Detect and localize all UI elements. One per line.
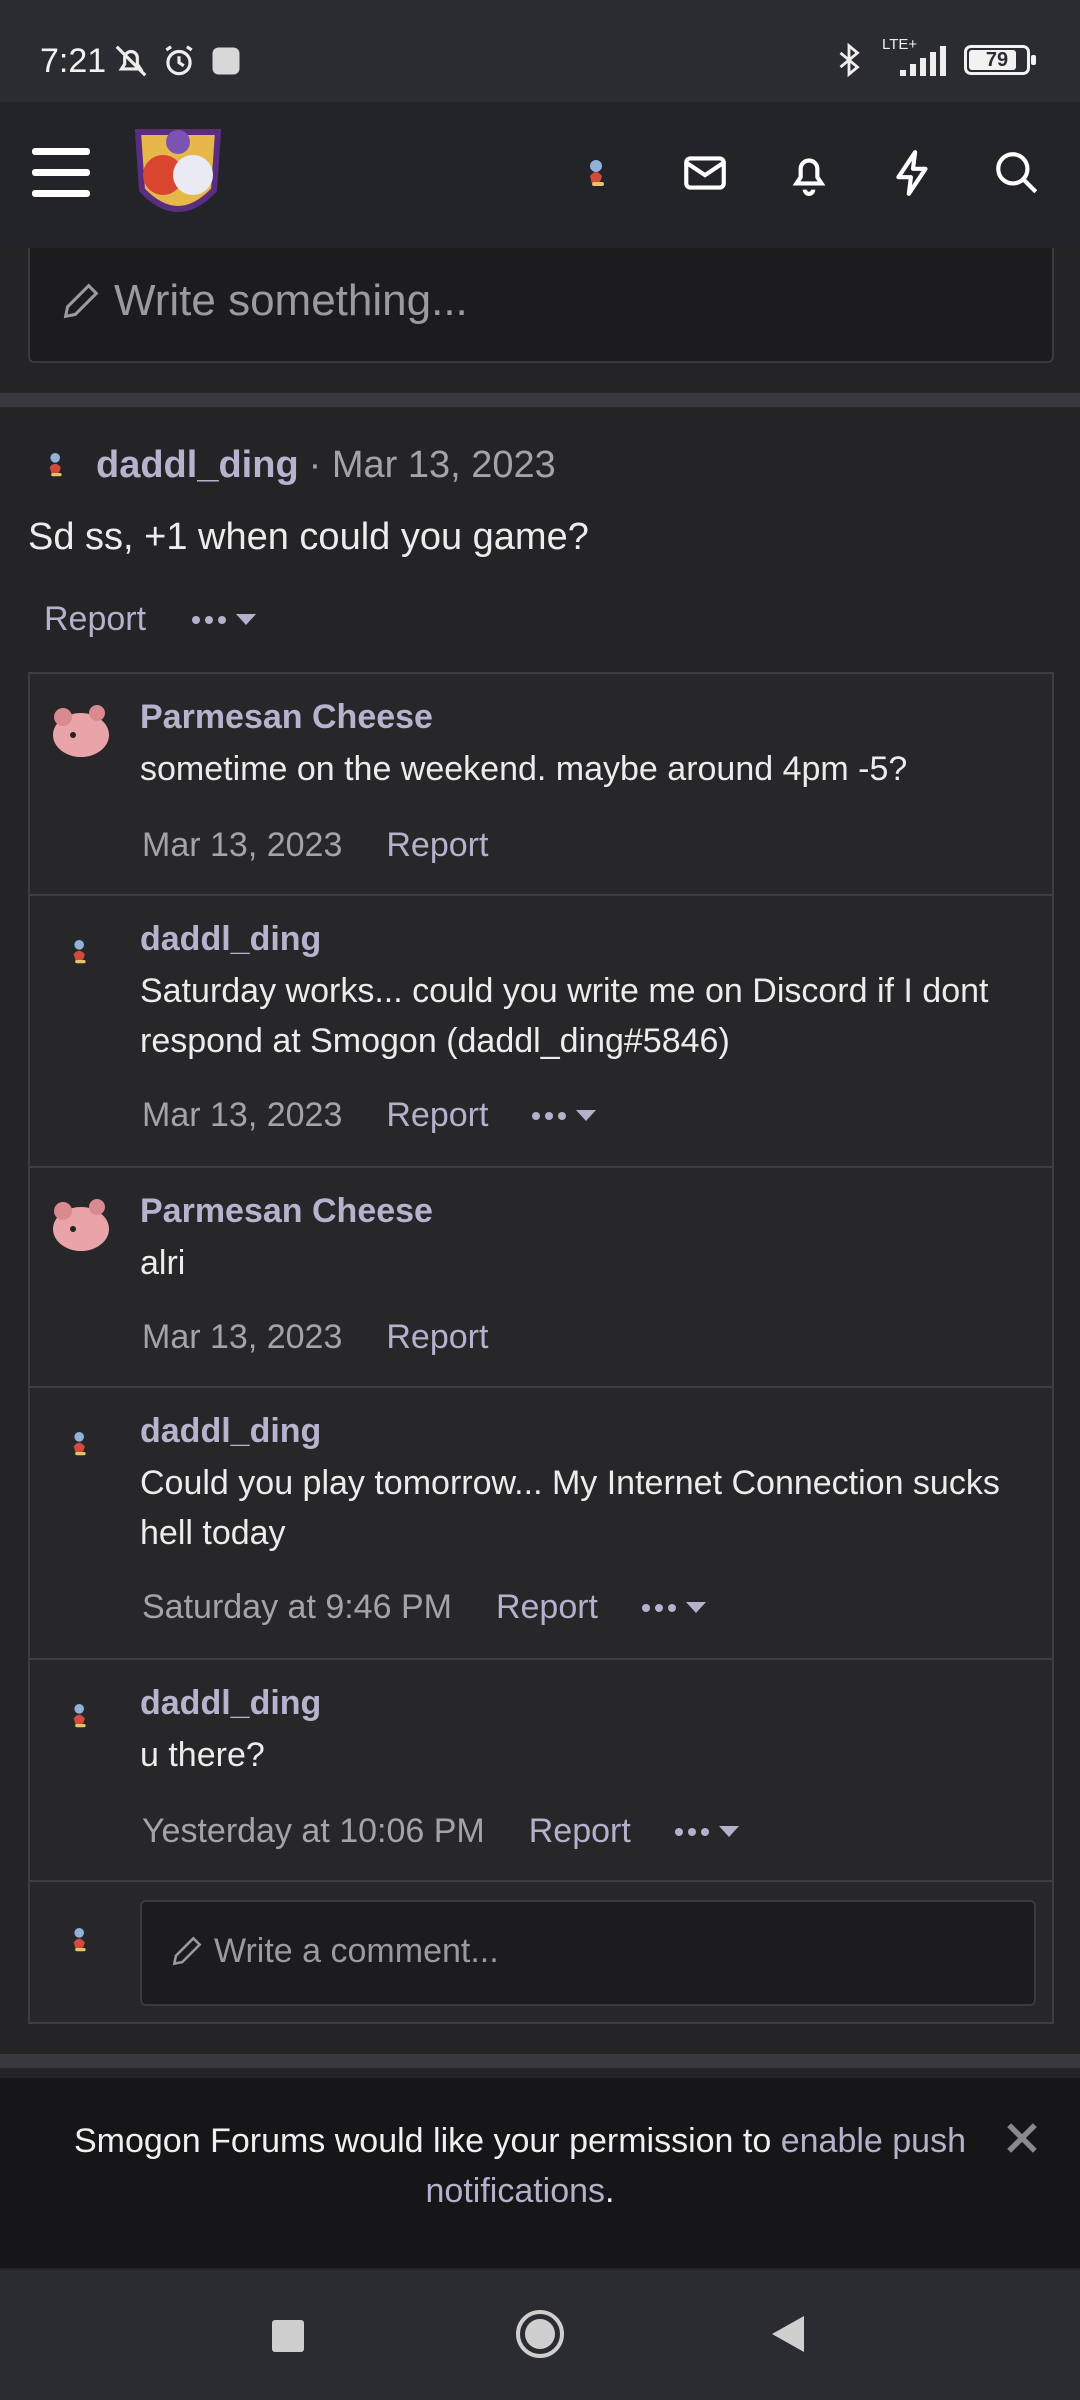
comment-author[interactable]: Parmesan Cheese bbox=[140, 1192, 433, 1231]
battery-icon: 79 bbox=[964, 45, 1036, 75]
comment-placeholder: Write a comment... bbox=[214, 1932, 499, 1970]
comment-author[interactable]: daddl_ding bbox=[140, 1412, 321, 1451]
battery-level: 79 bbox=[985, 48, 1009, 71]
pencil-icon bbox=[172, 1936, 202, 1966]
app-header bbox=[0, 102, 1080, 248]
comment-author[interactable]: daddl_ding bbox=[140, 920, 321, 959]
home-icon[interactable] bbox=[514, 2308, 566, 2360]
push-permission-banner: Smogon Forums would like your permission… bbox=[0, 2078, 1080, 2268]
chevron-down-icon bbox=[236, 614, 257, 625]
pencil-icon bbox=[63, 283, 99, 319]
avatar[interactable] bbox=[44, 1188, 116, 1260]
avatar[interactable] bbox=[44, 916, 116, 988]
section-divider bbox=[0, 393, 1080, 407]
more-options-button[interactable] bbox=[674, 1826, 739, 1837]
back-icon[interactable] bbox=[768, 2314, 808, 2354]
app-notification-icon bbox=[212, 47, 240, 75]
site-logo[interactable] bbox=[128, 120, 228, 230]
comment-item: Parmesan Cheese sometime on the weekend.… bbox=[30, 674, 1052, 896]
comment-meta: Mar 13, 2023 Report bbox=[142, 1096, 597, 1135]
report-link[interactable]: Report bbox=[386, 1096, 488, 1135]
chevron-down-icon bbox=[718, 1826, 739, 1837]
comment-list: Parmesan Cheese sometime on the weekend.… bbox=[28, 672, 1054, 2024]
comment-meta: Saturday at 9:46 PM Report bbox=[142, 1588, 707, 1627]
comment-item: daddl_ding Saturday works... could you w… bbox=[30, 896, 1052, 1168]
alarm-icon bbox=[165, 45, 193, 76]
user-avatar[interactable] bbox=[572, 148, 622, 198]
comment-date[interactable]: Mar 13, 2023 bbox=[142, 826, 342, 865]
avatar[interactable] bbox=[44, 1680, 116, 1752]
more-options-button[interactable] bbox=[192, 614, 257, 625]
comment-date[interactable]: Mar 13, 2023 bbox=[142, 1318, 342, 1357]
chevron-down-icon bbox=[576, 1110, 597, 1121]
avatar[interactable] bbox=[28, 437, 84, 493]
post-date[interactable]: · Mar 13, 2023 bbox=[309, 444, 556, 487]
post-header: daddl_ding · Mar 13, 2023 bbox=[28, 438, 556, 492]
report-link[interactable]: Report bbox=[44, 600, 146, 639]
composer-placeholder: Write something... bbox=[114, 276, 468, 325]
post-body: Sd ss, +1 when could you game? bbox=[28, 516, 589, 558]
comment-text: alri bbox=[140, 1244, 186, 1282]
comment-meta: Mar 13, 2023 Report bbox=[142, 826, 488, 865]
comment-author[interactable]: Parmesan Cheese bbox=[140, 698, 433, 737]
system-nav-bar bbox=[0, 2270, 1080, 2400]
comment-input[interactable]: Write a comment... bbox=[140, 1900, 1036, 2006]
menu-icon[interactable] bbox=[32, 148, 90, 200]
signal-icon: LTE+ bbox=[880, 36, 950, 80]
avatar[interactable] bbox=[44, 1408, 116, 1480]
post-actions: Report bbox=[44, 600, 257, 639]
avatar[interactable] bbox=[44, 694, 116, 766]
mail-icon[interactable] bbox=[680, 148, 730, 198]
status-composer[interactable]: Write something... bbox=[28, 248, 1054, 363]
comment-composer-row: Write a comment... bbox=[30, 1898, 1052, 2024]
comment-date[interactable]: Yesterday at 10:06 PM bbox=[142, 1812, 485, 1851]
comment-meta: Mar 13, 2023 Report bbox=[142, 1318, 488, 1357]
avatar[interactable] bbox=[44, 1904, 116, 1976]
report-link[interactable]: Report bbox=[496, 1588, 598, 1627]
search-icon[interactable] bbox=[992, 148, 1042, 198]
more-options-button[interactable] bbox=[532, 1110, 597, 1121]
comment-item: daddl_ding u there? Yesterday at 10:06 P… bbox=[30, 1660, 1052, 1882]
lightning-icon[interactable] bbox=[888, 148, 938, 198]
report-link[interactable]: Report bbox=[529, 1812, 631, 1851]
report-link[interactable]: Report bbox=[386, 826, 488, 865]
post-author[interactable]: daddl_ding bbox=[96, 444, 299, 487]
comment-text: sometime on the weekend. maybe around 4p… bbox=[140, 750, 908, 788]
comment-date[interactable]: Saturday at 9:46 PM bbox=[142, 1588, 452, 1627]
section-divider bbox=[0, 2054, 1080, 2068]
recents-icon[interactable] bbox=[270, 2318, 306, 2354]
bell-icon[interactable] bbox=[784, 148, 834, 198]
mute-bell-icon bbox=[115, 45, 147, 77]
more-options-button[interactable] bbox=[642, 1602, 707, 1613]
close-icon[interactable] bbox=[1000, 2116, 1044, 2160]
comment-text: Saturday works... could you write me on … bbox=[140, 972, 989, 1060]
status-time: 7:21 bbox=[40, 42, 107, 80]
chevron-down-icon bbox=[686, 1602, 707, 1613]
status-bar: 7:21 LTE+ 79 bbox=[0, 0, 1080, 102]
comment-date[interactable]: Mar 13, 2023 bbox=[142, 1096, 342, 1135]
report-link[interactable]: Report bbox=[386, 1318, 488, 1357]
comment-author[interactable]: daddl_ding bbox=[140, 1684, 321, 1723]
comment-item: Parmesan Cheese alri Mar 13, 2023 Report bbox=[30, 1168, 1052, 1388]
bluetooth-icon bbox=[839, 42, 860, 78]
comment-meta: Yesterday at 10:06 PM Report bbox=[142, 1812, 739, 1851]
comment-text: u there? bbox=[140, 1736, 265, 1774]
push-banner-text: Smogon Forums would like your permission… bbox=[73, 2122, 966, 2210]
comment-text: Could you play tomorrow... My Internet C… bbox=[140, 1464, 1000, 1552]
comment-item: daddl_ding Could you play tomorrow... My… bbox=[30, 1388, 1052, 1660]
